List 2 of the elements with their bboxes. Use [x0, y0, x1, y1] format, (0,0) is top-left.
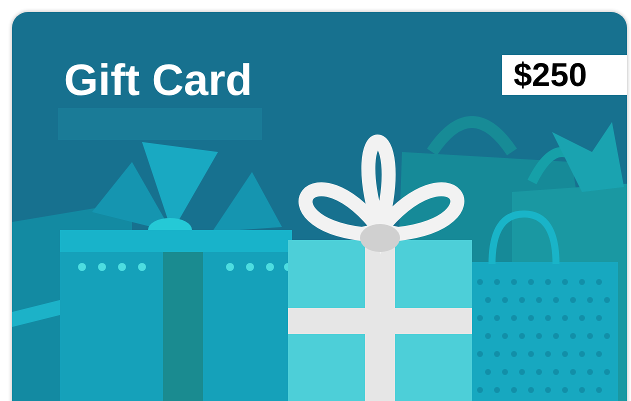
amount-label: $250	[502, 55, 627, 95]
card-title: Gift Card	[64, 55, 252, 107]
